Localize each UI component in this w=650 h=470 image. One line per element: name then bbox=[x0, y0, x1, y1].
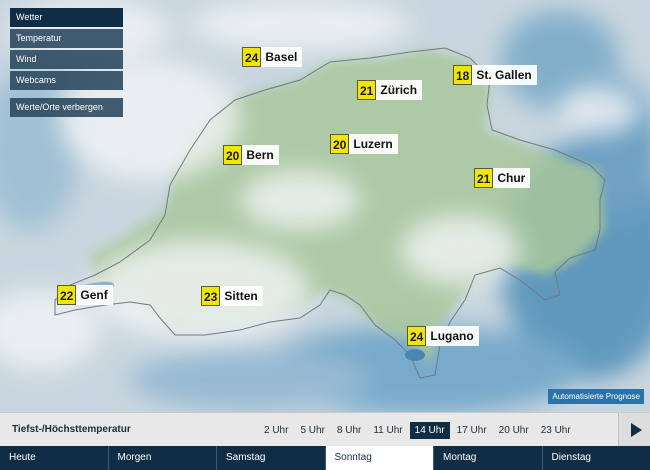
city-name: Sitten bbox=[220, 286, 263, 306]
time-bar: Tiefst-/Höchsttemperatur 2 Uhr 5 Uhr 8 U… bbox=[0, 412, 650, 446]
time-option[interactable]: 23 Uhr bbox=[536, 422, 576, 439]
city-marker-bern[interactable]: 20 Bern bbox=[223, 145, 279, 165]
tab-montag[interactable]: Montag bbox=[434, 446, 543, 470]
time-option-selected[interactable]: 14 Uhr bbox=[409, 422, 450, 439]
temperature-badge: 24 bbox=[242, 47, 262, 67]
city-name: Luzern bbox=[349, 134, 398, 154]
automated-forecast-badge: Automatisierte Prognose bbox=[548, 389, 644, 404]
menu-item-temperatur[interactable]: Temperatur bbox=[10, 29, 123, 48]
temperature-badge: 21 bbox=[474, 168, 494, 188]
time-option[interactable]: 5 Uhr bbox=[295, 422, 329, 439]
tab-dienstag[interactable]: Dienstag bbox=[543, 446, 650, 470]
city-name: St. Gallen bbox=[472, 65, 537, 85]
time-option[interactable]: 11 Uhr bbox=[368, 422, 407, 439]
temperature-badge: 24 bbox=[407, 326, 427, 346]
city-marker-chur[interactable]: 21 Chur bbox=[474, 168, 531, 188]
city-marker-luzern[interactable]: 20 Luzern bbox=[330, 134, 398, 154]
time-option[interactable]: 17 Uhr bbox=[452, 422, 492, 439]
city-name: Bern bbox=[242, 145, 279, 165]
tab-morgen[interactable]: Morgen bbox=[109, 446, 217, 470]
city-marker-lugano[interactable]: 24 Lugano bbox=[407, 326, 479, 346]
city-name: Genf bbox=[76, 285, 113, 305]
time-option[interactable]: 20 Uhr bbox=[494, 422, 534, 439]
temperature-badge: 22 bbox=[57, 285, 77, 305]
temperature-badge: 20 bbox=[223, 145, 243, 165]
time-option[interactable]: 8 Uhr bbox=[332, 422, 366, 439]
city-name: Chur bbox=[493, 168, 531, 188]
time-option[interactable]: 2 Uhr bbox=[259, 422, 293, 439]
hide-values-button[interactable]: Werte/Orte verbergen bbox=[10, 98, 123, 117]
city-marker-zurich[interactable]: 21 Zürich bbox=[357, 80, 423, 100]
city-name: Basel bbox=[261, 47, 303, 67]
menu-item-wind[interactable]: Wind bbox=[10, 50, 123, 69]
play-icon bbox=[630, 422, 642, 437]
layer-menu: Wetter Temperatur Wind Webcams Werte/Ort… bbox=[10, 8, 123, 119]
temperature-badge: 21 bbox=[357, 80, 377, 100]
time-bar-title: Tiefst-/Höchsttemperatur bbox=[12, 424, 131, 435]
city-marker-st-gallen[interactable]: 18 St. Gallen bbox=[453, 65, 537, 85]
city-marker-genf[interactable]: 22 Genf bbox=[57, 285, 113, 305]
menu-item-wetter[interactable]: Wetter bbox=[10, 8, 123, 27]
time-selector: 2 Uhr 5 Uhr 8 Uhr 11 Uhr 14 Uhr 17 Uhr 2… bbox=[259, 422, 578, 439]
city-marker-sitten[interactable]: 23 Sitten bbox=[201, 286, 263, 306]
menu-item-webcams[interactable]: Webcams bbox=[10, 71, 123, 90]
temperature-badge: 18 bbox=[453, 65, 473, 85]
city-name: Lugano bbox=[426, 326, 479, 346]
tab-heute[interactable]: Heute bbox=[0, 446, 109, 470]
day-tabs: Heute Morgen Samstag Sonntag Montag Dien… bbox=[0, 446, 650, 470]
city-name: Zürich bbox=[376, 80, 423, 100]
temperature-badge: 23 bbox=[201, 286, 221, 306]
tab-samstag[interactable]: Samstag bbox=[217, 446, 326, 470]
tab-sonntag[interactable]: Sonntag bbox=[325, 446, 434, 470]
play-button[interactable] bbox=[618, 413, 650, 446]
city-marker-basel[interactable]: 24 Basel bbox=[242, 47, 303, 67]
temperature-badge: 20 bbox=[330, 134, 350, 154]
